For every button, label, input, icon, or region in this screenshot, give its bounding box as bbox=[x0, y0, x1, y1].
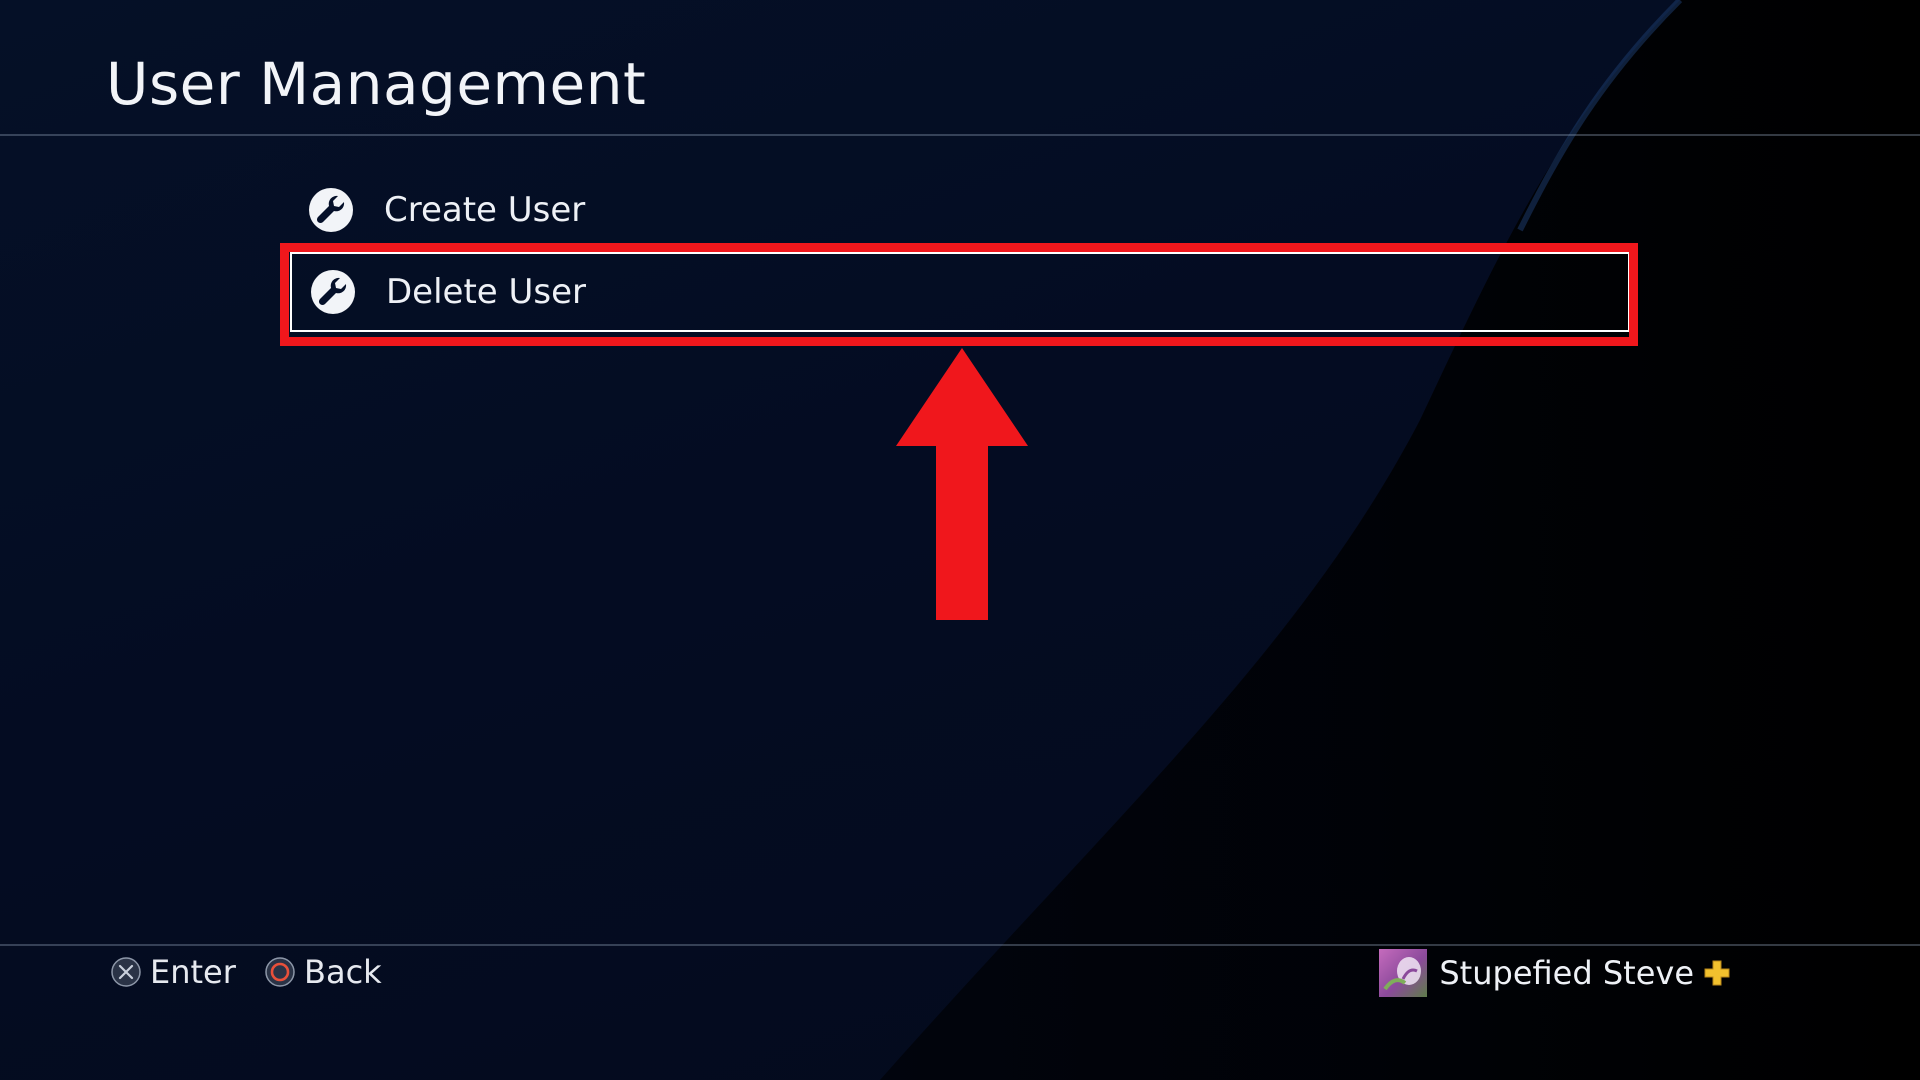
menu-item-create-user[interactable]: Create User bbox=[290, 170, 1630, 250]
current-user: Stupefied Steve bbox=[1379, 948, 1730, 998]
cross-button-icon bbox=[110, 956, 142, 988]
menu-item-label: Delete User bbox=[386, 272, 587, 312]
back-label: Back bbox=[304, 953, 382, 991]
user-name: Stupefied Steve bbox=[1439, 954, 1694, 992]
circle-button-icon bbox=[264, 956, 296, 988]
playstation-plus-icon bbox=[1704, 960, 1730, 986]
wrench-icon bbox=[310, 269, 356, 315]
menu-item-label: Create User bbox=[384, 190, 586, 230]
wrench-icon bbox=[308, 187, 354, 233]
page-title: User Management bbox=[106, 50, 647, 118]
enter-label: Enter bbox=[150, 953, 236, 991]
annotation-arrow-up-icon bbox=[896, 348, 1028, 620]
footer-divider bbox=[0, 944, 1920, 946]
menu-item-delete-user[interactable]: Delete User bbox=[290, 252, 1630, 332]
header-divider bbox=[0, 134, 1920, 136]
avatar bbox=[1379, 949, 1428, 997]
enter-button-hint[interactable]: Enter bbox=[110, 948, 236, 996]
back-button-hint[interactable]: Back bbox=[264, 948, 382, 996]
ps4-settings-screen: User Management Create User Delete User bbox=[0, 0, 1920, 1080]
